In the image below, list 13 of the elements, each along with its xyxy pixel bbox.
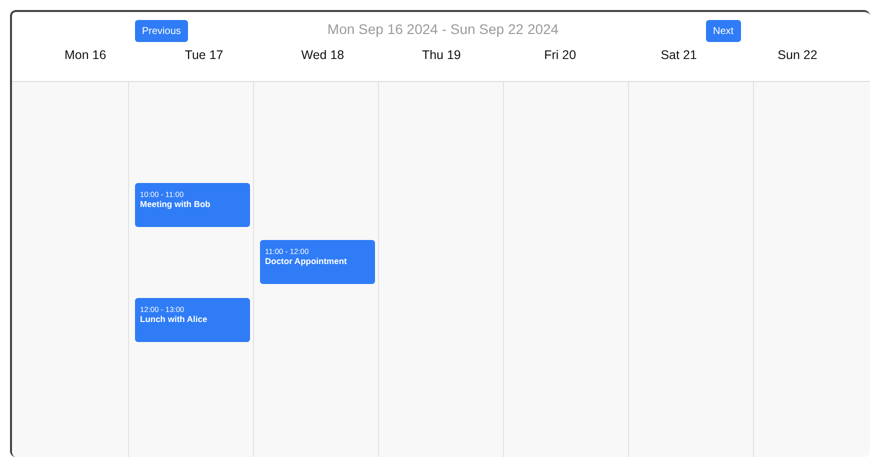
event-title: Doctor Appointment — [265, 256, 347, 266]
week-range-title: Mon Sep 16 2024 - Sun Sep 22 2024 — [327, 21, 559, 37]
day-heading: Wed 18 — [301, 48, 344, 62]
previous-button[interactable]: Previous — [135, 20, 188, 42]
day-heading: Mon 16 — [64, 48, 106, 62]
day-heading: Sun 22 — [778, 48, 818, 62]
event-title: Lunch with Alice — [140, 314, 208, 324]
event-title: Meeting with Bob — [140, 198, 210, 209]
day-heading: Sat 21 — [660, 48, 697, 62]
day-heading: Fri 20 — [544, 48, 576, 62]
next-button[interactable]: Next — [706, 20, 741, 42]
day-heading: Tue 17 — [184, 48, 224, 62]
day-heading: Thu 19 — [422, 48, 461, 62]
